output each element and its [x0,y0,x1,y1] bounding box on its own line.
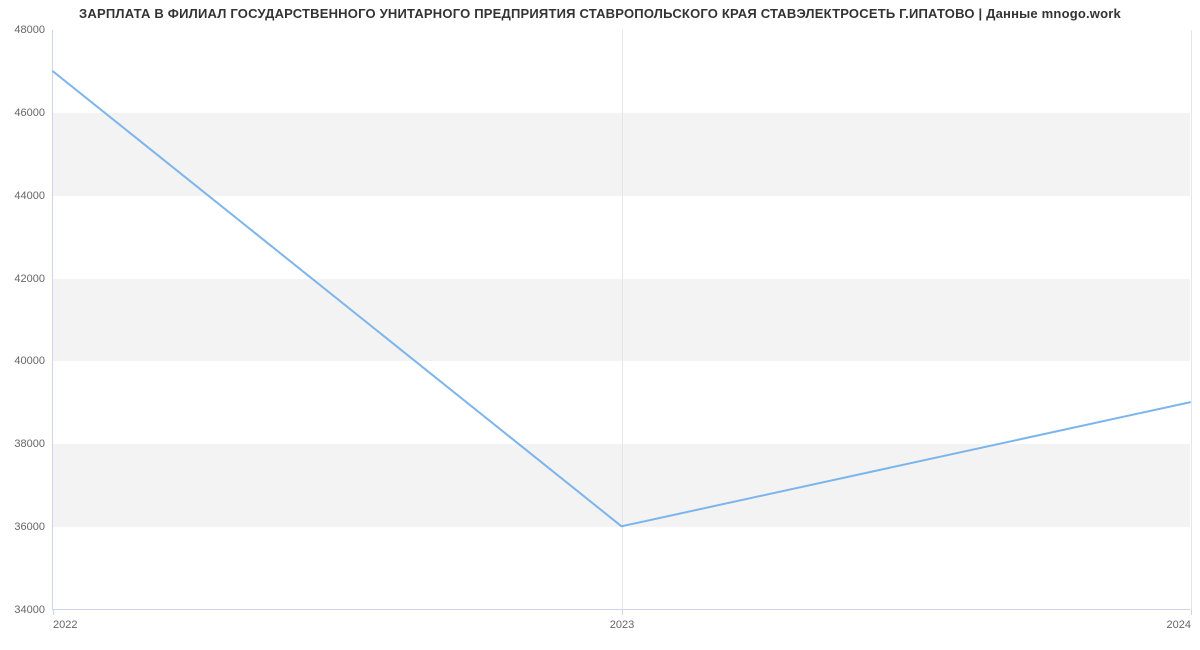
y-tick-label: 38000 [14,438,45,450]
salary-line-chart: ЗАРПЛАТА В ФИЛИАЛ ГОСУДАРСТВЕННОГО УНИТА… [0,0,1200,650]
plot-area: 3400036000380004000042000440004600048000… [52,30,1190,610]
y-tick-label: 48000 [14,24,45,36]
y-tick-label: 46000 [14,107,45,119]
series-line [53,71,1190,526]
x-tick [53,609,54,615]
x-tick [1191,609,1192,615]
y-tick-label: 40000 [14,355,45,367]
y-tick-label: 44000 [14,190,45,202]
line-svg [53,30,1190,609]
y-tick-label: 34000 [14,604,45,616]
y-tick-label: 42000 [14,273,45,285]
x-tick-label: 2024 [1167,619,1191,631]
x-tick-label: 2022 [53,619,77,631]
chart-title: ЗАРПЛАТА В ФИЛИАЛ ГОСУДАРСТВЕННОГО УНИТА… [0,6,1200,21]
x-tick [622,609,623,615]
x-tick-label: 2023 [610,619,634,631]
x-gridline [1191,30,1192,609]
y-tick-label: 36000 [14,521,45,533]
